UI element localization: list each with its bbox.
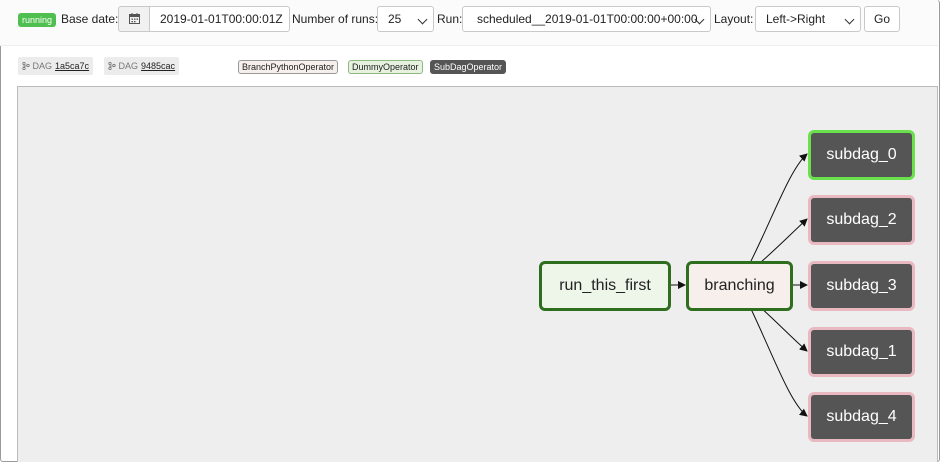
layout-label: Layout: xyxy=(714,12,754,26)
task-node-subdag-2[interactable]: subdag_2 xyxy=(808,195,915,245)
dag-chip-hash[interactable]: 1a5ca7c xyxy=(55,61,89,71)
git-branch-icon xyxy=(108,62,116,70)
dag-chip-hash[interactable]: 9485cac xyxy=(141,61,175,71)
layout-select[interactable]: Left->Right xyxy=(755,6,861,32)
task-node-subdag-0[interactable]: subdag_0 xyxy=(808,130,915,180)
base-date-label: Base date: xyxy=(61,12,119,26)
dag-chip-prefix: DAG xyxy=(32,61,53,71)
chevron-down-icon xyxy=(844,14,855,25)
run-label: Run: xyxy=(437,12,463,26)
base-date-input[interactable]: 2019-01-01T00:00:01Z xyxy=(149,6,290,32)
number-of-runs-value: 25 xyxy=(388,12,402,26)
operator-legend-branchpython: BranchPythonOperator xyxy=(238,60,339,74)
dag-version-chip[interactable]: DAG 1a5ca7c xyxy=(18,57,94,75)
edge-branching-to-subdag-2 xyxy=(759,218,808,264)
run-select[interactable]: scheduled__2019-01-01T00:00:00+00:00 xyxy=(462,6,711,32)
task-node-subdag-3[interactable]: subdag_3 xyxy=(808,261,915,311)
chevron-down-icon xyxy=(417,14,428,25)
git-branch-icon xyxy=(22,62,30,70)
operator-legend-dummy: DummyOperator xyxy=(348,60,423,74)
calendar-button[interactable] xyxy=(118,6,150,32)
dag-graph-canvas[interactable]: run_this_first branching subdag_0 subdag… xyxy=(17,86,938,462)
number-of-runs-select[interactable]: 25 xyxy=(377,6,434,32)
graph-toolbar: running Base date: 2019-01-01T00:00:01Z … xyxy=(0,0,938,46)
task-node-run-this-first[interactable]: run_this_first xyxy=(539,261,671,311)
task-node-subdag-1[interactable]: subdag_1 xyxy=(808,327,915,377)
dag-chip-prefix: DAG xyxy=(118,61,139,71)
operator-legend-subdag: SubDagOperator xyxy=(430,60,507,74)
go-button[interactable]: Go xyxy=(864,6,900,32)
run-value: scheduled__2019-01-01T00:00:00+00:00 xyxy=(477,12,698,26)
dag-version-chip[interactable]: DAG 9485cac xyxy=(104,57,180,75)
task-node-branching[interactable]: branching xyxy=(686,261,793,311)
calendar-icon xyxy=(129,13,140,24)
number-of-runs-label: Number of runs: xyxy=(292,12,379,26)
layout-value: Left->Right xyxy=(766,12,826,26)
dag-run-state-badge: running xyxy=(18,13,57,27)
graph-edges xyxy=(670,153,808,417)
task-node-subdag-4[interactable]: subdag_4 xyxy=(808,392,915,442)
